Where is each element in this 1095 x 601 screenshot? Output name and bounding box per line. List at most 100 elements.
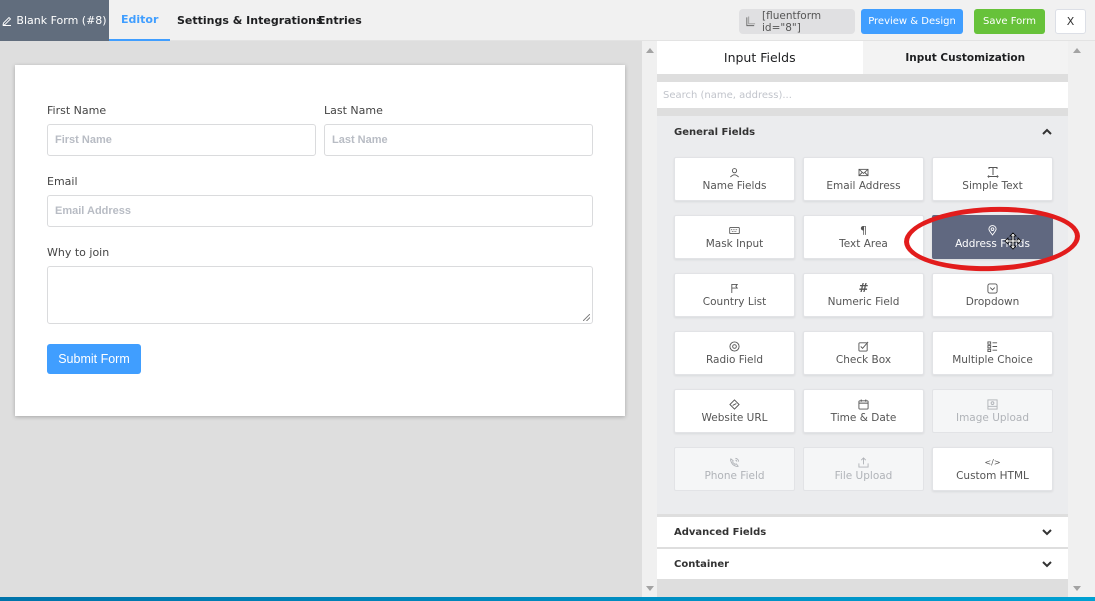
tab-editor[interactable]: Editor: [109, 0, 171, 41]
flag-icon: [729, 282, 741, 294]
field-address-fields[interactable]: Address Fields: [932, 215, 1053, 259]
advanced-fields-header: Advanced Fields: [674, 527, 767, 538]
calendar-icon: [858, 398, 870, 410]
paragraph-icon: ¶: [860, 223, 867, 237]
taskbar-edge: [0, 597, 1095, 601]
field-mask-input[interactable]: Mask Input: [674, 215, 795, 259]
field-radio-field[interactable]: Radio Field: [674, 331, 795, 375]
list-icon: [987, 340, 999, 352]
first-name-input[interactable]: First Name: [47, 124, 316, 156]
field-label: Website URL: [701, 412, 768, 424]
field-country-list[interactable]: Country List: [674, 273, 795, 317]
field-label: File Upload: [834, 470, 893, 482]
advanced-fields-section[interactable]: Advanced Fields: [657, 517, 1068, 547]
phone-icon: [729, 456, 741, 468]
move-cursor-icon: [1004, 232, 1022, 250]
field-label: Simple Text: [962, 180, 1023, 192]
field-label: Country List: [702, 296, 767, 308]
scroll-down-icon[interactable]: [646, 586, 654, 591]
field-label: Email Address: [826, 180, 901, 192]
general-fields-header[interactable]: General Fields: [674, 127, 755, 138]
email-label: Email: [47, 175, 78, 188]
resize-grip-icon[interactable]: [583, 314, 590, 321]
field-email-address[interactable]: Email Address: [803, 157, 924, 201]
field-label: Mask Input: [705, 238, 764, 250]
field-website-url[interactable]: Website URL: [674, 389, 795, 433]
field-label: Multiple Choice: [952, 354, 1033, 366]
field-label: Custom HTML: [956, 470, 1029, 482]
last-name-input[interactable]: Last Name: [324, 124, 593, 156]
link-icon: [729, 398, 741, 410]
tab-entries[interactable]: Entries: [306, 0, 374, 41]
field-multiple-choice[interactable]: Multiple Choice: [932, 331, 1053, 375]
upload-icon: [858, 456, 870, 468]
form-preview: First Name First Name Last Name Last Nam…: [15, 65, 625, 416]
chevron-down-icon: [1042, 529, 1052, 536]
field-label: Radio Field: [705, 354, 764, 366]
copy-icon: [746, 16, 756, 27]
sidebar-scrollbar[interactable]: [1068, 41, 1095, 597]
preview-design-button[interactable]: Preview & Design: [861, 9, 963, 34]
location-pin-icon: [987, 224, 999, 236]
field-search-input[interactable]: [657, 82, 1068, 108]
tab-input-fields[interactable]: Input Fields: [657, 41, 863, 74]
why-join-label: Why to join: [47, 246, 110, 259]
chevron-up-icon[interactable]: [1042, 127, 1052, 137]
general-fields-grid: Name Fields Email Address Simple Text Mask …: [674, 157, 1053, 491]
dropdown-icon: [987, 282, 999, 294]
tab-entries-label: Entries: [318, 14, 362, 27]
why-join-textarea[interactable]: [47, 266, 593, 324]
field-label: Numeric Field: [827, 296, 900, 308]
scroll-up-icon[interactable]: [646, 48, 654, 53]
canvas-scrollbar[interactable]: [642, 41, 657, 597]
field-label: Dropdown: [965, 296, 1020, 308]
field-name-fields[interactable]: Name Fields: [674, 157, 795, 201]
field-label: Text Area: [839, 238, 888, 250]
save-form-button[interactable]: Save Form: [974, 9, 1045, 34]
container-header: Container: [674, 559, 730, 570]
scroll-up-icon[interactable]: [1073, 48, 1081, 53]
last-name-label: Last Name: [324, 104, 383, 117]
pencil-icon: [2, 16, 12, 26]
hash-icon: #: [858, 281, 869, 295]
code-icon: </>: [984, 457, 1001, 467]
keyboard-icon: [729, 224, 741, 236]
envelope-icon: [858, 166, 870, 178]
radio-icon: [729, 340, 741, 352]
first-name-label: First Name: [47, 104, 107, 117]
close-button[interactable]: X: [1055, 9, 1086, 34]
general-fields-section: General Fields Name Fields Email Address S…: [657, 116, 1068, 514]
form-title-text: Blank Form (#8): [16, 14, 107, 27]
top-bar: Blank Form (#8) Editor Settings & Integr…: [0, 0, 1095, 41]
field-label: Time & Date: [830, 412, 897, 424]
field-label: Name Fields: [702, 180, 767, 192]
field-check-box[interactable]: Check Box: [803, 331, 924, 375]
field-file-upload[interactable]: File Upload: [803, 447, 924, 491]
submit-form-button[interactable]: Submit Form: [47, 344, 141, 374]
tab-editor-label: Editor: [121, 13, 159, 26]
text-icon: [986, 166, 999, 178]
tab-settings-label: Settings & Integrations: [177, 14, 323, 27]
field-dropdown[interactable]: Dropdown: [932, 273, 1053, 317]
form-canvas: First Name First Name Last Name Last Nam…: [0, 41, 642, 597]
checkbox-icon: [858, 340, 870, 352]
field-numeric-field[interactable]: # Numeric Field: [803, 273, 924, 317]
shortcode-copy[interactable]: [fluentform id="8"]: [739, 9, 855, 34]
scroll-down-icon[interactable]: [1073, 586, 1081, 591]
field-image-upload[interactable]: Image Upload: [932, 389, 1053, 433]
tab-input-customization-label: Input Customization: [905, 51, 1026, 64]
form-title[interactable]: Blank Form (#8): [0, 0, 109, 41]
email-input[interactable]: Email Address: [47, 195, 593, 227]
field-custom-html[interactable]: </> Custom HTML: [932, 447, 1053, 491]
field-phone-field[interactable]: Phone Field: [674, 447, 795, 491]
shortcode-text: [fluentform id="8"]: [762, 9, 822, 34]
user-icon: [729, 166, 741, 178]
sidebar: Input Fields Input Customization General…: [657, 41, 1068, 597]
field-simple-text[interactable]: Simple Text: [932, 157, 1053, 201]
container-section[interactable]: Container: [657, 549, 1068, 579]
field-time-date[interactable]: Time & Date: [803, 389, 924, 433]
tab-input-fields-label: Input Fields: [723, 50, 796, 65]
field-text-area[interactable]: ¶ Text Area: [803, 215, 924, 259]
tab-input-customization[interactable]: Input Customization: [862, 41, 1068, 74]
field-label: Check Box: [835, 354, 892, 366]
